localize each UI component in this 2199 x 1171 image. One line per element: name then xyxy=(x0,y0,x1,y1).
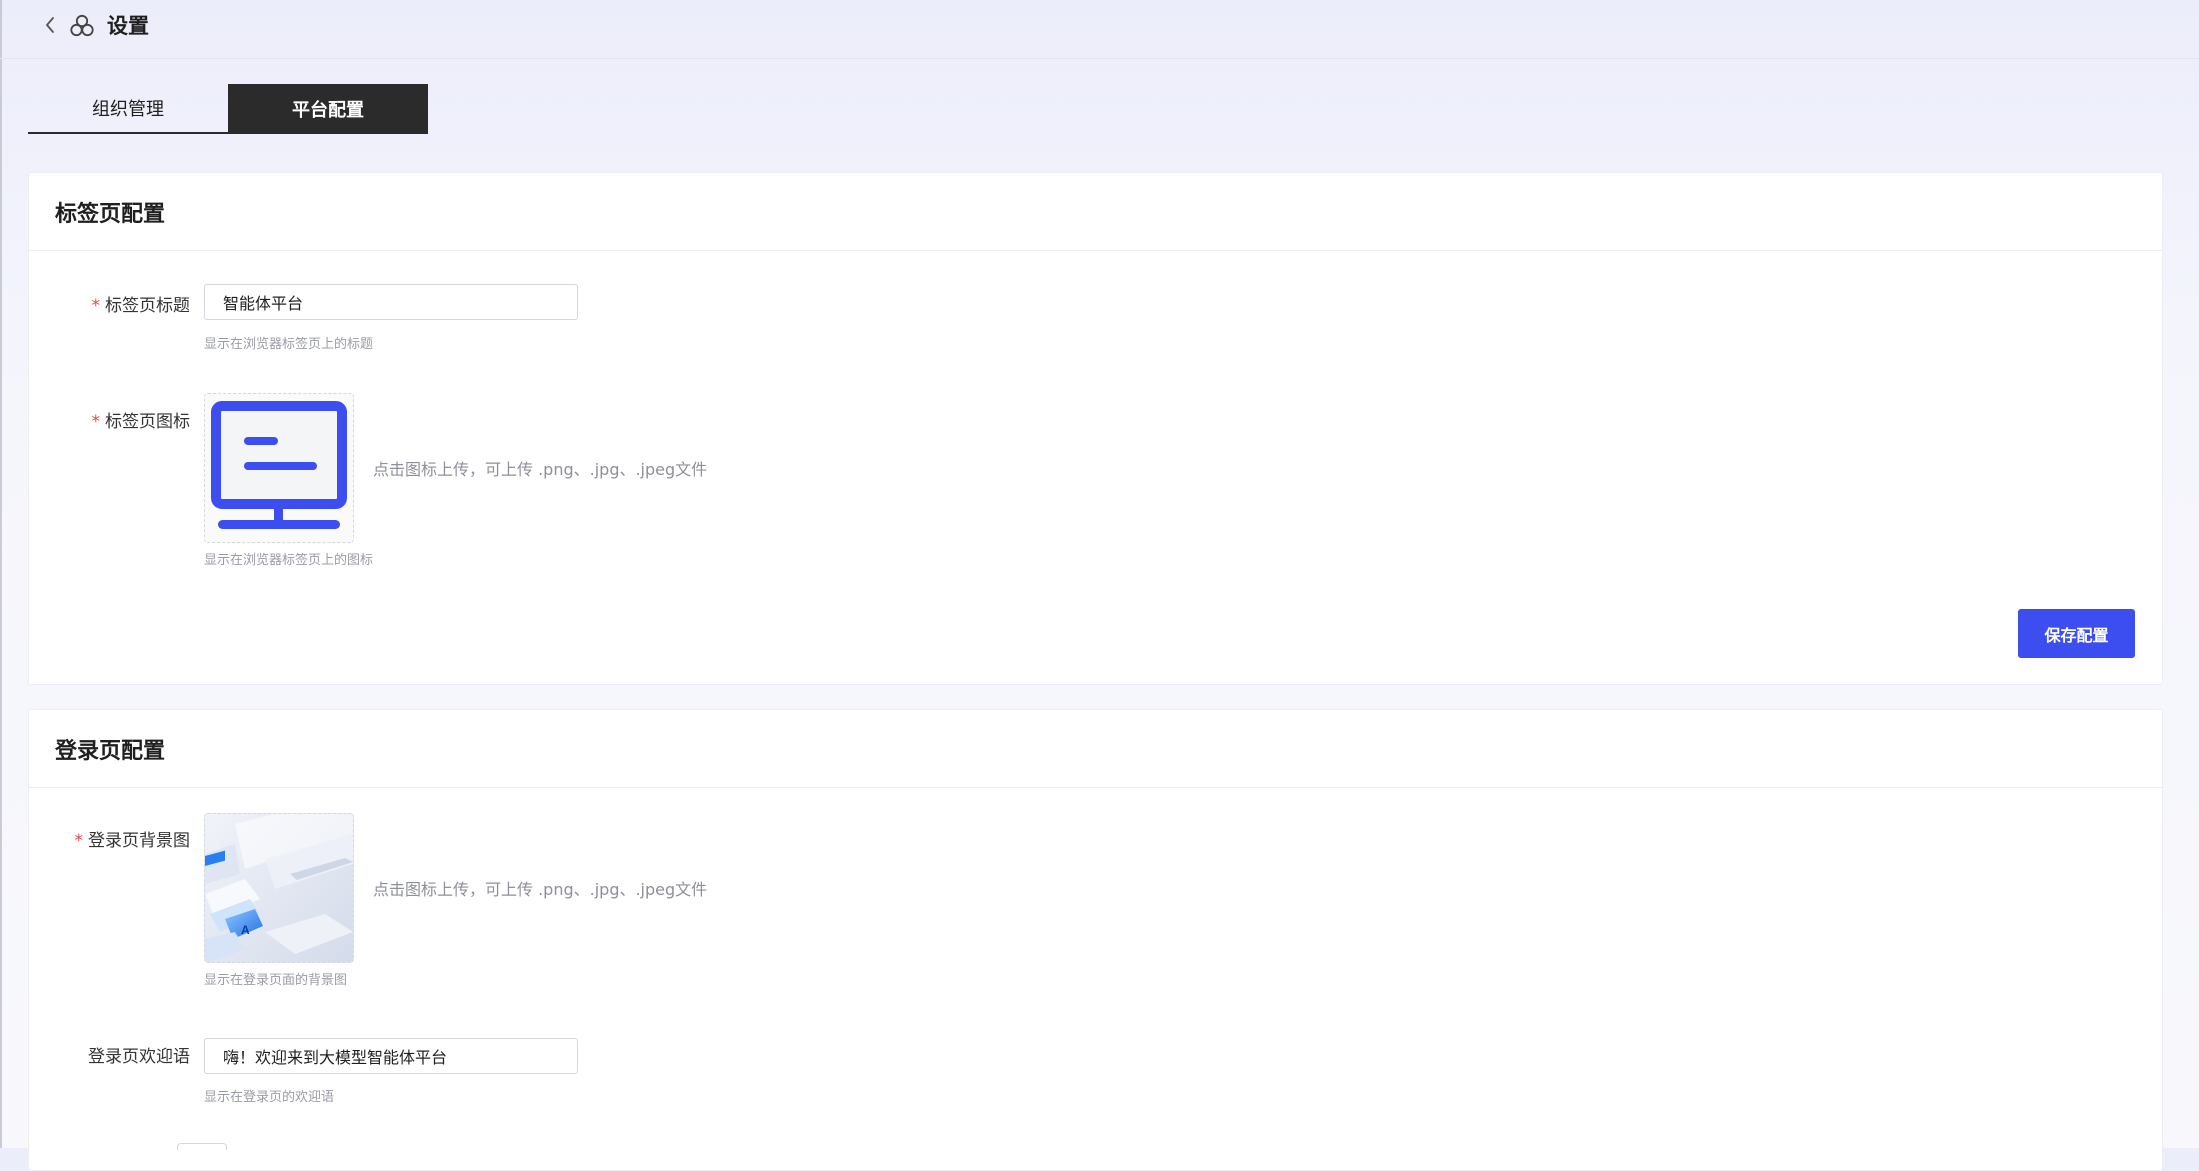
tab-icon-hint: 显示在浏览器标签页上的图标 xyxy=(204,553,374,568)
tab-title-label-text: 标签页标题 xyxy=(105,296,190,316)
tab-platform-config[interactable]: 平台配置 xyxy=(228,84,428,134)
required-mark: * xyxy=(91,296,101,316)
monitor-icon xyxy=(211,401,347,529)
tab-organization-management[interactable]: 组织管理 xyxy=(28,84,228,134)
page-header: 设置 xyxy=(0,0,2199,59)
login-bg-upload[interactable]: A xyxy=(204,813,354,963)
required-mark: * xyxy=(91,412,101,432)
save-config-button[interactable]: 保存配置 xyxy=(2018,609,2135,658)
login-bg-label-text: 登录页背景图 xyxy=(88,831,190,851)
page-title: 设置 xyxy=(107,14,149,38)
chevron-left-icon xyxy=(46,17,54,33)
login-welcome-input[interactable] xyxy=(204,1038,578,1074)
next-field-partial xyxy=(177,1143,227,1150)
login-bg-label: * 登录页背景图 xyxy=(75,826,191,851)
settings-cluster-icon xyxy=(70,14,94,37)
tab-icon-upload[interactable] xyxy=(204,393,354,543)
back-button[interactable] xyxy=(40,11,60,39)
tab-title-hint: 显示在浏览器标签页上的标题 xyxy=(204,337,374,352)
tab-config-card: 标签页配置 *标签页标题 显示在浏览器标签页上的标题 *标签页图标 点击图标上传… xyxy=(28,172,2163,685)
tab-title-label: * 标签页标题 xyxy=(92,291,191,316)
login-bg-upload-tip: 点击图标上传，可上传 .png、.jpg、.jpeg文件 xyxy=(373,880,708,899)
required-mark: * xyxy=(74,831,84,851)
login-welcome-label: 登录页欢迎语 xyxy=(88,1047,190,1067)
tab-bar: 组织管理 平台配置 xyxy=(28,84,428,135)
tab-config-section-title: 标签页配置 xyxy=(29,173,2162,251)
svg-text:A: A xyxy=(241,923,250,937)
login-welcome-hint: 显示在登录页的欢迎语 xyxy=(204,1090,335,1105)
login-config-section-title: 登录页配置 xyxy=(29,710,2162,788)
login-config-card: 登录页配置 * 登录页背景图 A 点击图标上传，可上传 .png、.jpg、.j… xyxy=(28,709,2163,1171)
window-edge xyxy=(0,0,2,1148)
tab-icon-label: * 标签页图标 xyxy=(92,407,191,432)
tab-icon-label-text: 标签页图标 xyxy=(105,412,190,432)
login-background-thumbnail: A xyxy=(205,814,353,962)
tab-icon-upload-tip: 点击图标上传，可上传 .png、.jpg、.jpeg文件 xyxy=(373,460,708,479)
tab-title-input[interactable] xyxy=(204,284,578,320)
login-bg-hint: 显示在登录页面的背景图 xyxy=(204,973,348,988)
